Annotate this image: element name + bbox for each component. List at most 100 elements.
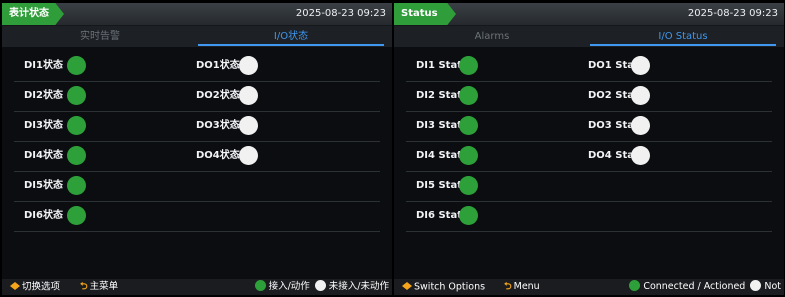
di2-status: DI2 Stat — [406, 81, 576, 111]
di2-status: DI2状态 — [14, 81, 184, 111]
io-row: DI4状态 DO4状态 — [14, 141, 380, 172]
do-label: DO2状态 — [196, 90, 240, 101]
left-right-arrows-icon — [10, 279, 22, 295]
io-row: DI6状态 — [14, 201, 380, 232]
datetime: 2025-08-23 09:23 — [687, 8, 778, 19]
do4-status: DO4状态 — [186, 141, 356, 171]
legend-off-dot-icon — [314, 280, 326, 291]
do3-status: DO3状态 — [186, 111, 356, 141]
page-title: Status — [394, 3, 456, 25]
di-label: DI2 Stat — [416, 90, 462, 101]
di-label: DI5 Stat — [416, 180, 462, 191]
status-lamp-icon — [239, 116, 258, 135]
legend-on-dot-icon — [629, 280, 641, 291]
status-lamp-icon — [631, 56, 650, 75]
tab-io-status[interactable]: I/O Status — [590, 26, 776, 47]
io-row: DI6 Stat — [406, 201, 772, 232]
menu-hint: ⮌ Menu — [504, 279, 540, 295]
di-label: DI3 Stat — [416, 120, 462, 131]
di-label: DI4 Stat — [416, 150, 462, 161]
di1-status: DI1状态 — [14, 51, 184, 81]
page-title: 表计状态 — [2, 3, 64, 25]
di-label: DI1状态 — [24, 60, 63, 71]
status-lamp-icon — [459, 116, 478, 135]
legend-off-dot-icon — [750, 280, 762, 291]
io-row: DI1状态 DO1状态 — [14, 51, 380, 82]
legend: Connected / Actioned Not — [629, 279, 781, 295]
title-bar: 表计状态 2025-08-23 09:23 — [2, 3, 392, 26]
di5-status: DI5 Stat — [406, 171, 576, 201]
do-label: DO3状态 — [196, 120, 240, 131]
status-lamp-icon — [67, 146, 86, 165]
status-lamp-icon — [67, 176, 86, 195]
io-row: DI2 Stat DO2 Stat — [406, 81, 772, 112]
tab-alarms[interactable]: Alarms — [394, 26, 590, 47]
di1-status: DI1 Stat — [406, 51, 576, 81]
legend-on-dot-icon — [254, 280, 266, 291]
legend: 接入/动作 未接入/未动作 — [254, 279, 389, 295]
switch-options-label: 切换选项 — [22, 281, 61, 293]
status-lamp-icon — [631, 116, 650, 135]
left-right-arrows-icon — [402, 279, 414, 295]
status-lamp-icon — [459, 56, 478, 75]
do2-status: DO2状态 — [186, 81, 356, 111]
tab-realtime-alarms[interactable]: 实时告警 — [2, 26, 198, 47]
status-lamp-icon — [67, 86, 86, 105]
di6-status: DI6状态 — [14, 201, 184, 231]
status-lamp-icon — [239, 146, 258, 165]
io-row: DI1 Stat DO1 Stat — [406, 51, 772, 82]
title-bar: Status 2025-08-23 09:23 — [394, 3, 784, 26]
di-label: DI6 Stat — [416, 210, 462, 221]
switch-options-hint: Switch Options — [402, 279, 485, 295]
di-label: DI3状态 — [24, 120, 63, 131]
status-lamp-icon — [459, 206, 478, 225]
switch-options-label: Switch Options — [414, 281, 486, 293]
io-row: DI4 Stat DO4 Stat — [406, 141, 772, 172]
return-arrow-icon: ⮌ — [504, 281, 512, 292]
io-row: DI5 Stat — [406, 171, 772, 202]
io-row: DI3 Stat DO3 Stat — [406, 111, 772, 142]
di-label: DI2状态 — [24, 90, 63, 101]
do-label: DO1状态 — [196, 60, 240, 71]
do4-status: DO4 Stat — [578, 141, 748, 171]
io-row: DI3状态 DO3状态 — [14, 111, 380, 142]
return-arrow-icon: ⮌ — [80, 281, 88, 292]
legend-on-label: Connected / Actioned — [643, 281, 746, 292]
do2-status: DO2 Stat — [578, 81, 748, 111]
legend-on-label: 接入/动作 — [268, 281, 310, 292]
io-row: DI5状态 — [14, 171, 380, 202]
status-lamp-icon — [459, 86, 478, 105]
do3-status: DO3 Stat — [578, 111, 748, 141]
switch-options-hint: 切换选项 — [10, 279, 60, 295]
status-lamp-icon — [631, 86, 650, 105]
footer-bar: Switch Options ⮌ Menu Connected / Actione… — [394, 279, 784, 295]
di4-status: DI4 Stat — [406, 141, 576, 171]
menu-hint: ⮌ 主菜单 — [80, 279, 118, 295]
menu-label: 主菜单 — [89, 281, 119, 292]
di-label: DI5状态 — [24, 180, 63, 191]
di-label: DI1 Stat — [416, 60, 462, 71]
do1-status: DO1状态 — [186, 51, 356, 81]
datetime: 2025-08-23 09:23 — [295, 8, 386, 19]
di-label: DI6状态 — [24, 210, 63, 221]
footer-bar: 切换选项 ⮌ 主菜单 接入/动作 未接入/未动作 — [2, 279, 392, 295]
legend-off-label: 未接入/未动作 — [328, 281, 389, 292]
status-lamp-icon — [239, 86, 258, 105]
status-lamp-icon — [239, 56, 258, 75]
legend-off-label: Not — [764, 281, 781, 292]
do1-status: DO1 Stat — [578, 51, 748, 81]
di3-status: DI3 Stat — [406, 111, 576, 141]
di6-status: DI6 Stat — [406, 201, 576, 231]
tab-io-status[interactable]: I/O状态 — [198, 26, 384, 47]
status-lamp-icon — [631, 146, 650, 165]
di3-status: DI3状态 — [14, 111, 184, 141]
status-screen-cn: 表计状态 2025-08-23 09:23 实时告警 I/O状态 DI1状态 DO… — [2, 3, 392, 295]
status-lamp-icon — [67, 116, 86, 135]
menu-label: Menu — [513, 281, 540, 292]
status-lamp-icon — [459, 146, 478, 165]
status-lamp-icon — [67, 56, 86, 75]
status-lamp-icon — [67, 206, 86, 225]
tab-bar: Alarms I/O Status — [394, 26, 784, 47]
io-row: DI2状态 DO2状态 — [14, 81, 380, 112]
do-label: DO4状态 — [196, 150, 240, 161]
